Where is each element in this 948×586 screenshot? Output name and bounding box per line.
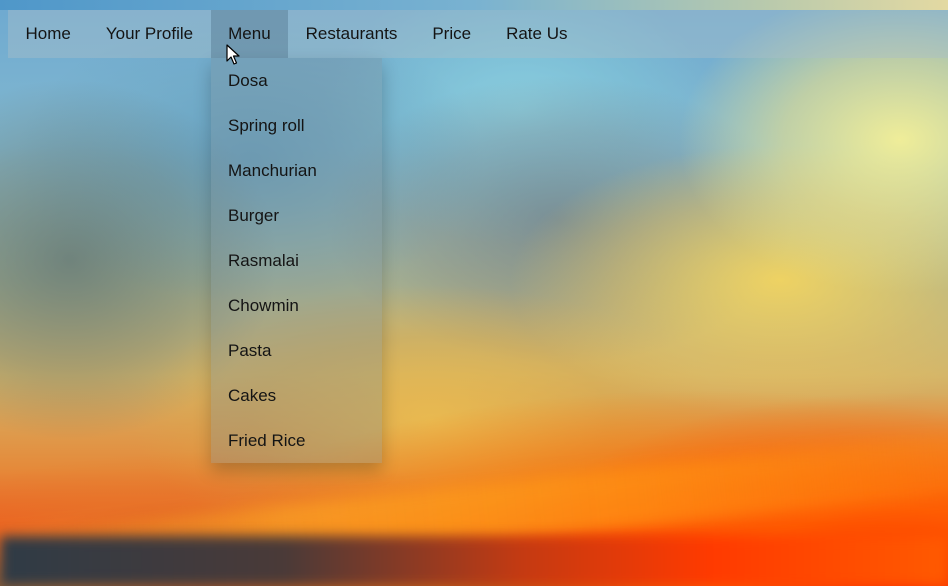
- menu-dropdown: Dosa Spring roll Manchurian Burger Rasma…: [211, 58, 382, 463]
- dropdown-item-spring-roll[interactable]: Spring roll: [211, 103, 382, 148]
- nav-item-restaurants[interactable]: Restaurants: [288, 10, 415, 58]
- dropdown-item-rasmalai[interactable]: Rasmalai: [211, 238, 382, 283]
- nav-item-home[interactable]: Home: [8, 10, 88, 58]
- dropdown-item-chowmin[interactable]: Chowmin: [211, 283, 382, 328]
- dropdown-item-cakes[interactable]: Cakes: [211, 373, 382, 418]
- dropdown-item-pasta[interactable]: Pasta: [211, 328, 382, 373]
- top-navigation-bar: Home Your Profile Menu Restaurants Price…: [8, 10, 948, 58]
- pointer-arrow-icon: [226, 44, 240, 65]
- nav-item-your-profile[interactable]: Your Profile: [88, 10, 210, 58]
- nav-item-rate-us[interactable]: Rate Us: [489, 10, 585, 58]
- page: Home Your Profile Menu Restaurants Price…: [0, 0, 948, 586]
- background-horizon: [0, 536, 948, 586]
- dropdown-item-fried-rice[interactable]: Fried Rice: [211, 418, 382, 463]
- dropdown-item-burger[interactable]: Burger: [211, 193, 382, 238]
- dropdown-item-manchurian[interactable]: Manchurian: [211, 148, 382, 193]
- nav-item-menu[interactable]: Menu: [210, 10, 289, 58]
- background-top-strip: [0, 0, 948, 10]
- nav-item-price[interactable]: Price: [415, 10, 489, 58]
